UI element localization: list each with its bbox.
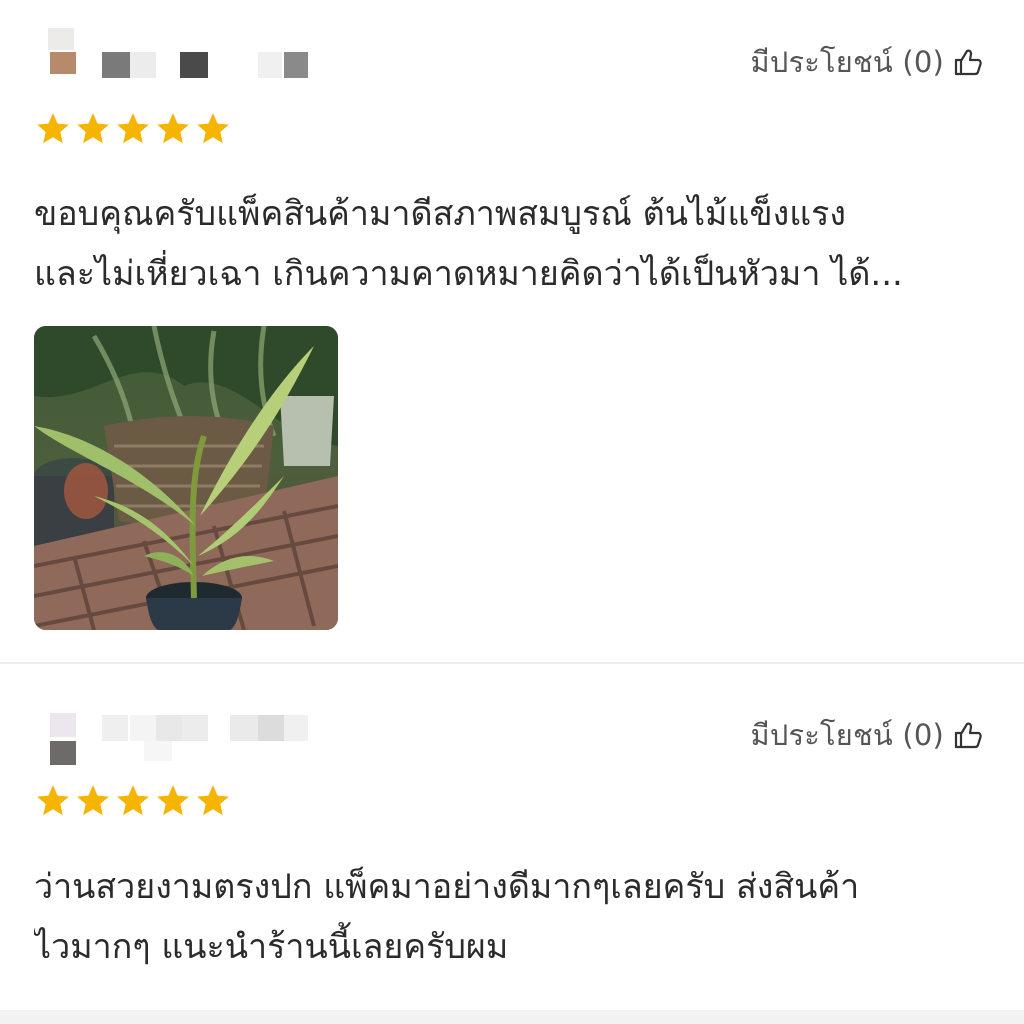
review-text-line: ขอบคุณครับแพ็คสินค้ามาดีสภาพสมบูรณ์ ต้นไ… <box>34 194 846 234</box>
bottom-separator <box>0 1010 1024 1024</box>
star-rating <box>34 782 232 822</box>
star-icon <box>77 113 109 144</box>
helpful-button[interactable]: มีประโยชน์ (0) <box>751 40 984 84</box>
review-text-line: ว่านสวยงามตรงปก แพ็คมาอย่างดีมากๆเลยครับ… <box>34 867 860 907</box>
review-text[interactable]: ขอบคุณครับแพ็คสินค้ามาดีสภาพสมบูรณ์ ต้นไ… <box>34 184 994 304</box>
star-icon <box>197 785 229 816</box>
review-item: มีประโยชน์ (0) ว่านสวยงามตรงปก แพ็คมาอย่… <box>0 665 1024 1010</box>
star-icon <box>157 113 189 144</box>
star-icon <box>37 785 69 816</box>
star-rating <box>34 110 232 150</box>
review-text[interactable]: ว่านสวยงามตรงปก แพ็คมาอย่างดีมากๆเลยครับ… <box>34 857 994 977</box>
review-item: มีประโยชน์ (0) ขอบคุณครับแพ็คสินค้ามาดีส… <box>0 0 1024 663</box>
star-icon <box>117 785 149 816</box>
review-text-line: ไวมากๆ แนะนำร้านนี้เลยครับผม <box>34 927 509 967</box>
star-icon <box>157 785 189 816</box>
helpful-label: มีประโยชน์ (0) <box>750 718 944 752</box>
review-photo[interactable] <box>34 326 338 630</box>
helpful-label: มีประโยชน์ (0) <box>750 45 944 79</box>
star-icon <box>117 113 149 144</box>
review-text-line: และไม่เหี่ยวเฉา เกินความคาดหมายคิดว่าได้… <box>34 254 903 294</box>
star-icon <box>197 113 229 144</box>
plant-photo-image <box>34 326 338 630</box>
reviewer-name-masked <box>34 705 344 765</box>
star-icon <box>37 113 69 144</box>
star-icon <box>77 785 109 816</box>
thumbs-up-icon <box>954 722 982 749</box>
thumbs-up-icon <box>954 49 982 76</box>
divider <box>0 662 1024 664</box>
helpful-button[interactable]: มีประโยชน์ (0) <box>751 713 984 757</box>
reviewer-name-masked <box>34 22 344 82</box>
